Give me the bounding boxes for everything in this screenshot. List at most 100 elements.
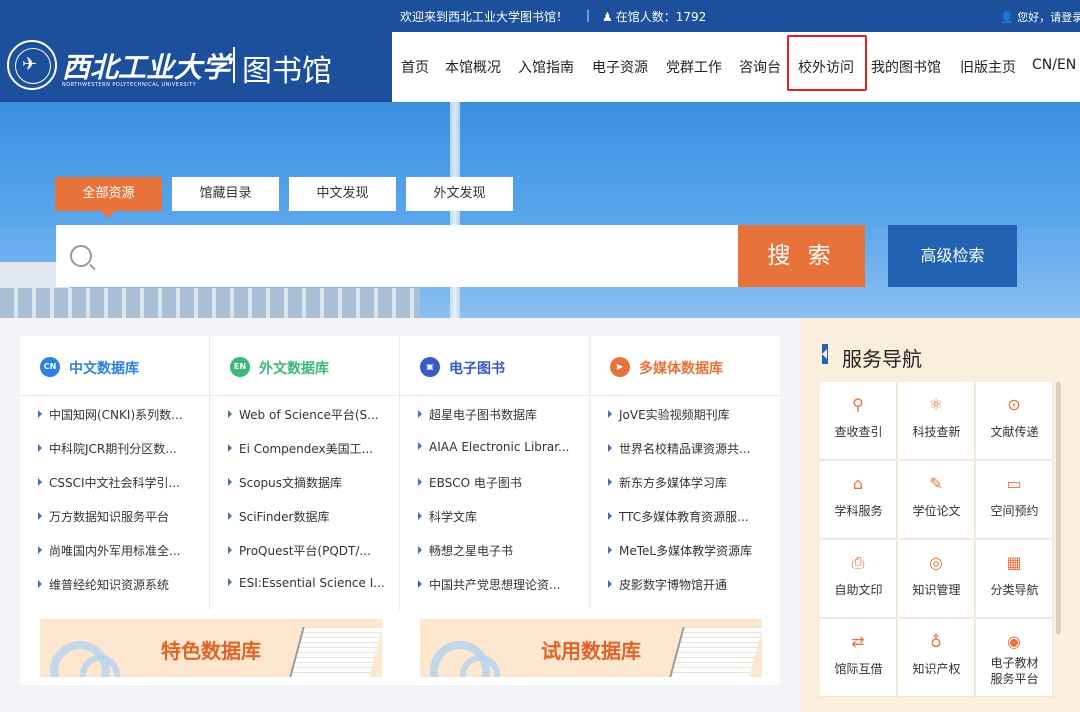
nav-guide[interactable]: 入馆指南 bbox=[518, 57, 574, 77]
banner-label: 试用数据库 bbox=[541, 639, 641, 663]
search-box bbox=[56, 225, 738, 287]
nav-home[interactable]: 首页 bbox=[401, 57, 429, 77]
atom-icon: ⚛ bbox=[928, 395, 944, 414]
online-count-text: 在馆人数：1792 bbox=[615, 10, 707, 24]
trial-database-banner[interactable]: 试用数据库 bbox=[420, 619, 762, 677]
service-label: 学科服务 bbox=[834, 504, 883, 518]
nav-consult[interactable]: 咨询台 bbox=[739, 57, 781, 77]
service-document-delivery[interactable]: ⊙ 文献传递 bbox=[976, 382, 1053, 460]
db-link[interactable]: 超星电子图书数据库 bbox=[418, 406, 588, 426]
multimedia-icon: ▶ bbox=[610, 357, 630, 377]
tab-chinese-discovery[interactable]: 中文发现 bbox=[289, 177, 396, 211]
db-link[interactable]: 中国知网(CNKI)系列数... bbox=[38, 406, 208, 426]
search-input[interactable] bbox=[106, 235, 726, 277]
tab-all-resources[interactable]: 全部资源 bbox=[55, 177, 162, 218]
logo-library-text: 图书馆 bbox=[242, 54, 332, 89]
db-link[interactable]: 万方数据知识服务平台 bbox=[38, 508, 208, 528]
featured-database-banner[interactable]: 特色数据库 bbox=[40, 619, 382, 677]
db-column-foreign: EN 外文数据库 Web of Science平台(S... Ei Compen… bbox=[210, 336, 400, 610]
logo-divider bbox=[233, 47, 235, 83]
service-thesis[interactable]: ✎ 学位论文 bbox=[898, 461, 975, 539]
login-text: 您好，请登录 bbox=[1017, 11, 1080, 24]
db-link[interactable]: Ei Compendex美国工... bbox=[228, 440, 398, 460]
service-category-nav[interactable]: ▦ 分类导航 bbox=[976, 540, 1053, 618]
service-label: 空间预约 bbox=[990, 504, 1039, 518]
db-column-chinese: CN 中文数据库 中国知网(CNKI)系列数... 中科院JCR期刊分区数...… bbox=[20, 336, 210, 610]
section-marker-icon bbox=[822, 344, 828, 364]
service-nav-title: 服务导航 bbox=[842, 347, 922, 371]
nav-about[interactable]: 本馆概况 bbox=[445, 57, 501, 77]
db-column-header[interactable]: CN 中文数据库 bbox=[20, 336, 210, 396]
db-link[interactable]: JoVE实验视频期刊库 bbox=[608, 406, 778, 426]
search-button[interactable]: 搜 索 bbox=[738, 225, 865, 287]
grid-icon: ▦ bbox=[1006, 553, 1022, 572]
seat-icon: ▭ bbox=[1006, 474, 1022, 493]
db-column-ebooks: ▣ 电子图书 超星电子图书数据库 AIAA Electronic Librar.… bbox=[400, 336, 590, 610]
service-label: 学位论文 bbox=[912, 504, 961, 518]
db-link[interactable]: Web of Science平台(S... bbox=[228, 406, 398, 426]
db-link[interactable]: 皮影数字博物馆开通 bbox=[608, 576, 778, 596]
nav-old-homepage[interactable]: 旧版主页 bbox=[960, 57, 1016, 77]
db-link[interactable]: 世界名校精品课资源共... bbox=[608, 440, 778, 460]
service-novelty-search[interactable]: ⚛ 科技查新 bbox=[898, 382, 975, 460]
service-label: 电子教材服务平台 bbox=[990, 656, 1039, 686]
service-label: 科技查新 bbox=[912, 425, 961, 439]
search-icon bbox=[70, 245, 92, 267]
db-link[interactable]: EBSCO 电子图书 bbox=[418, 474, 588, 494]
db-link[interactable]: 新东方多媒体学习库 bbox=[608, 474, 778, 494]
service-space-booking[interactable]: ▭ 空间预约 bbox=[976, 461, 1053, 539]
service-label: 知识产权 bbox=[912, 662, 961, 676]
db-link[interactable]: Scopus文摘数据库 bbox=[228, 474, 398, 494]
exchange-icon: ⇄ bbox=[851, 632, 865, 651]
service-scrollbar[interactable] bbox=[1056, 382, 1061, 634]
ebook-icon: ▣ bbox=[420, 357, 440, 377]
e-textbook-icon: ◉ bbox=[1007, 632, 1021, 651]
tab-catalog[interactable]: 馆藏目录 bbox=[172, 177, 279, 211]
welcome-text: 欢迎来到西北工业大学图书馆！ bbox=[400, 10, 569, 24]
db-column-multimedia: ▶ 多媒体数据库 JoVE实验视频期刊库 世界名校精品课资源共... 新东方多媒… bbox=[590, 336, 780, 610]
db-link[interactable]: TTC多媒体教育资源服... bbox=[608, 508, 778, 528]
service-self-print[interactable]: ⎙ 自助文印 bbox=[820, 540, 897, 618]
db-link[interactable]: 科学文库 bbox=[418, 508, 588, 528]
db-link[interactable]: ProQuest平台(PQDT/... bbox=[228, 542, 398, 562]
db-column-title: 多媒体数据库 bbox=[639, 361, 723, 377]
db-link[interactable]: AIAA Electronic Librar... bbox=[418, 440, 588, 460]
advanced-search-button[interactable]: 高级检索 bbox=[888, 225, 1017, 287]
db-link[interactable]: 畅想之星电子书 bbox=[418, 542, 588, 562]
db-column-header[interactable]: ▣ 电子图书 bbox=[400, 336, 590, 396]
service-navigation: 服务导航 ⚲ 查收查引 ⚛ 科技查新 ⊙ 文献传递 ⌂ 学科服务 ✎ 学位论文 … bbox=[800, 318, 1080, 712]
tab-foreign-discovery[interactable]: 外文发现 bbox=[406, 177, 513, 211]
person-icon: ♟ bbox=[602, 10, 613, 24]
service-intellectual-property[interactable]: ♁ 知识产权 bbox=[898, 619, 975, 697]
db-column-title: 电子图书 bbox=[449, 361, 505, 377]
nav-e-resources[interactable]: 电子资源 bbox=[592, 57, 648, 77]
logo-university-name: 西北工业大学 bbox=[62, 51, 231, 84]
db-link[interactable]: CSSCI中文社会科学引... bbox=[38, 474, 208, 494]
db-column-header[interactable]: EN 外文数据库 bbox=[210, 336, 400, 396]
university-emblem-icon: ✈ bbox=[7, 40, 57, 90]
nav-my-library[interactable]: 我的图书馆 bbox=[871, 57, 941, 77]
service-label: 馆际互借 bbox=[834, 662, 883, 676]
nav-language-switch[interactable]: CN/EN bbox=[1032, 57, 1076, 73]
db-link[interactable]: 维普经纶知识资源系统 bbox=[38, 576, 208, 596]
db-link[interactable]: 中国共产党思想理论资... bbox=[418, 576, 588, 596]
nav-party-work[interactable]: 党群工作 bbox=[666, 57, 722, 77]
login-link[interactable]: 👤 您好，请登录 bbox=[1000, 9, 1080, 25]
db-link[interactable]: ESI:Essential Science I... bbox=[228, 576, 398, 596]
service-citation-search[interactable]: ⚲ 查收查引 bbox=[820, 382, 897, 460]
ip-icon: ♁ bbox=[930, 632, 942, 651]
service-label: 分类导航 bbox=[990, 583, 1039, 597]
service-knowledge-management[interactable]: ◎ 知识管理 bbox=[898, 540, 975, 618]
db-link[interactable]: MeTeL多媒体教学资源库 bbox=[608, 542, 778, 562]
service-e-textbook[interactable]: ◉ 电子教材服务平台 bbox=[976, 619, 1053, 697]
db-link[interactable]: 尚唯国内外军用标准全... bbox=[38, 542, 208, 562]
db-link[interactable]: SciFinder数据库 bbox=[228, 508, 398, 528]
document-edit-icon: ✎ bbox=[929, 474, 943, 493]
db-column-header[interactable]: ▶ 多媒体数据库 bbox=[590, 336, 780, 396]
header: ✈ 西北工业大学 NORTHWESTERN POLYTECHNICAL UNIV… bbox=[0, 0, 1080, 102]
service-subject[interactable]: ⌂ 学科服务 bbox=[820, 461, 897, 539]
service-interlibrary-loan[interactable]: ⇄ 馆际互借 bbox=[820, 619, 897, 697]
db-column-title: 外文数据库 bbox=[259, 361, 329, 377]
db-link[interactable]: 中科院JCR期刊分区数... bbox=[38, 440, 208, 460]
site-logo[interactable]: ✈ 西北工业大学 NORTHWESTERN POLYTECHNICAL UNIV… bbox=[0, 0, 392, 102]
